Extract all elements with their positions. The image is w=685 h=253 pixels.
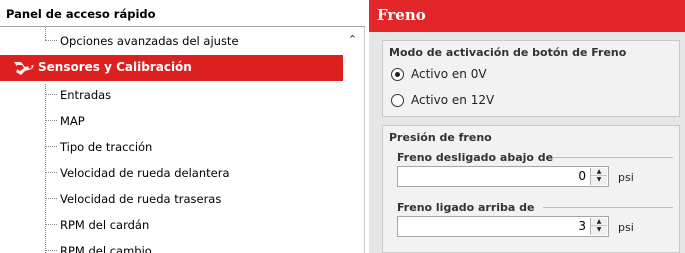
tree-item-label: Tipo de tracción bbox=[60, 140, 153, 154]
tree-item-velocidad-rueda-traseras[interactable]: Velocidad de rueda traseras bbox=[0, 186, 343, 212]
spin-up-arrow-icon[interactable]: ▲ bbox=[591, 218, 607, 226]
sensor-calibration-icon bbox=[14, 62, 34, 75]
brake-off-threshold-input[interactable]: 0 ▲ ▼ bbox=[397, 166, 609, 187]
brake-on-spinner[interactable]: ▲ ▼ bbox=[590, 218, 607, 235]
brake-pressure-group: Presión de freno Freno desligado abajo d… bbox=[382, 125, 680, 253]
tree-item-label: MAP bbox=[60, 114, 85, 128]
radio-label: Activo en 12V bbox=[411, 93, 495, 107]
scroll-up-arrow-icon[interactable]: ⌃ bbox=[343, 32, 362, 48]
tree-item-map[interactable]: MAP bbox=[0, 108, 343, 134]
brake-off-value: 0 bbox=[578, 169, 586, 183]
freno-title: Freno bbox=[377, 6, 426, 24]
quick-access-title: Panel de acceso rápido bbox=[6, 7, 156, 21]
brake-mode-group: Modo de activación de botón de Freno Act… bbox=[382, 40, 680, 117]
quick-access-panel: Panel de acceso rápido Opciones avanzada… bbox=[0, 0, 365, 253]
tree-category-label: Sensores y Calibración bbox=[38, 60, 192, 74]
radio-label: Activo en 0V bbox=[411, 67, 487, 81]
brake-on-threshold-input[interactable]: 3 ▲ ▼ bbox=[397, 216, 609, 237]
field-label-divider bbox=[553, 157, 673, 158]
brake-pressure-group-title: Presión de freno bbox=[389, 131, 492, 144]
quick-access-tree: Opciones avanzadas del ajuste Sensores y… bbox=[0, 27, 343, 253]
radio-unselected-icon[interactable] bbox=[391, 94, 404, 107]
field-label-brake-on: Freno ligado arriba de bbox=[397, 201, 535, 214]
field-label-brake-off: Freno desligado abajo de bbox=[397, 151, 554, 164]
tree-item-label: Velocidad de rueda traseras bbox=[60, 192, 222, 206]
tree-item-entradas[interactable]: Entradas bbox=[0, 82, 343, 108]
brake-mode-group-title: Modo de activación de botón de Freno bbox=[389, 46, 627, 59]
brake-off-unit: psi bbox=[618, 171, 634, 184]
tree-item-tipo-traccion[interactable]: Tipo de tracción bbox=[0, 134, 343, 160]
tree-item-label: Velocidad de rueda delantera bbox=[60, 166, 230, 180]
radio-selected-icon[interactable] bbox=[391, 68, 404, 81]
tree-item-label: RPM del cardán bbox=[60, 218, 150, 232]
freno-header: Freno bbox=[369, 0, 685, 32]
tree-item-label: Entradas bbox=[60, 88, 112, 102]
brake-on-unit: psi bbox=[618, 221, 634, 234]
spin-down-arrow-icon[interactable]: ▼ bbox=[591, 226, 607, 234]
tree-item-advanced-options[interactable]: Opciones avanzadas del ajuste bbox=[0, 28, 343, 54]
tree-scrollbar[interactable]: ⌃ bbox=[343, 27, 362, 253]
freno-panel: Freno Modo de activación de botón de Fre… bbox=[369, 0, 685, 253]
tree-item-label: Opciones avanzadas del ajuste bbox=[60, 34, 239, 48]
brake-off-spinner[interactable]: ▲ ▼ bbox=[590, 168, 607, 185]
tree-item-rpm-cambio[interactable]: RPM del cambio bbox=[0, 238, 343, 253]
tree-item-velocidad-rueda-delantera[interactable]: Velocidad de rueda delantera bbox=[0, 160, 343, 186]
field-label-divider bbox=[543, 207, 673, 208]
quick-access-header: Panel de acceso rápido bbox=[0, 0, 365, 27]
brake-on-value: 3 bbox=[578, 219, 586, 233]
spin-down-arrow-icon[interactable]: ▼ bbox=[591, 176, 607, 184]
tree-item-label: RPM del cambio bbox=[60, 244, 152, 253]
tree-item-rpm-cardan[interactable]: RPM del cardán bbox=[0, 212, 343, 238]
tree-category-sensors-calibration[interactable]: Sensores y Calibración bbox=[0, 55, 343, 81]
spin-up-arrow-icon[interactable]: ▲ bbox=[591, 168, 607, 176]
